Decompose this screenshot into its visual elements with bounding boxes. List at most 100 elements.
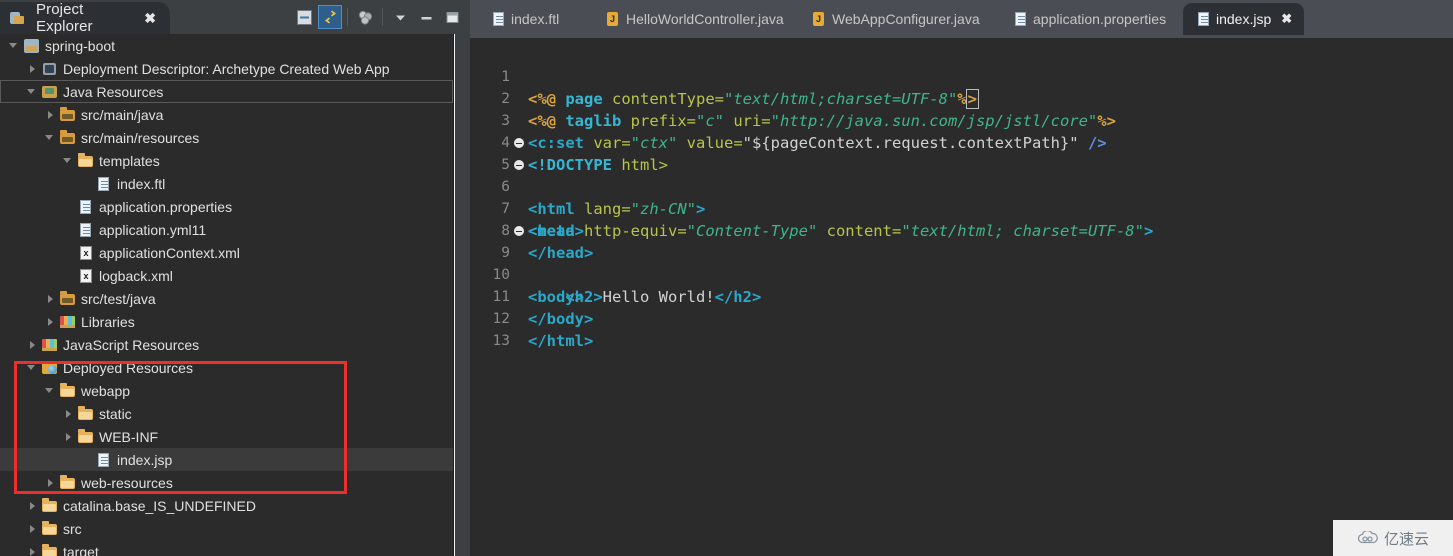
libraries-icon (59, 314, 77, 330)
editor-tab-label: index.jsp (1216, 11, 1272, 27)
tree-item-src-main-java[interactable]: src/main/java (0, 103, 453, 126)
tree-item-label: web-resources (81, 474, 173, 491)
editor-tab-application-properties[interactable]: application.properties (1000, 3, 1178, 35)
toolbar-separator-2 (382, 8, 383, 26)
chevron-right-icon[interactable] (44, 315, 57, 328)
view-filters-button[interactable] (353, 5, 377, 29)
file-icon (77, 199, 95, 215)
tree-item-applicationcontext-xml[interactable]: x applicationContext.xml (0, 241, 453, 264)
tree-item-application-yml11[interactable]: application.yml11 (0, 218, 453, 241)
chevron-right-icon[interactable] (62, 430, 75, 443)
chevron-down-icon[interactable] (26, 85, 39, 98)
chevron-right-icon[interactable] (62, 407, 75, 420)
tree-item-label: WEB-INF (99, 428, 159, 445)
source-code[interactable]: 1 <%@ page contentType="text/html;charse… (470, 38, 1453, 556)
tree-item-java-resources[interactable]: Java Resources (0, 80, 453, 103)
project-tree-container: spring-boot Deployment Descriptor: Archet… (0, 34, 470, 556)
fold-collapse-icon[interactable] (514, 138, 524, 148)
chevron-down-icon[interactable] (62, 154, 75, 167)
close-icon[interactable]: ✖ (1281, 11, 1292, 27)
tree-item-src[interactable]: src (0, 517, 453, 540)
tree-item-webapp[interactable]: webapp (0, 379, 453, 402)
tree-item-label: applicationContext.xml (99, 244, 240, 261)
chevron-right-icon[interactable] (26, 62, 39, 75)
source-folder-icon (59, 106, 77, 123)
tree-item-application-properties[interactable]: application.properties (0, 195, 453, 218)
tree-item-label: src/test/java (81, 290, 156, 307)
code-line-10: 10 <h2>Hello World!</h2> (470, 242, 1453, 306)
deployed-resources-icon (41, 360, 59, 376)
view-toolbar (292, 4, 464, 30)
tree-item-label: Libraries (81, 313, 135, 330)
tree-item-label: spring-boot (45, 37, 116, 54)
file-icon (95, 176, 113, 192)
tree-item-src-test-java[interactable]: src/test/java (0, 287, 453, 310)
editor-tab-index-ftl[interactable]: index.ftl (478, 3, 571, 35)
tree-item-label: target (63, 543, 99, 556)
tree-item-deployment-descriptor-archetype-created-web-app[interactable]: Deployment Descriptor: Archetype Created… (0, 57, 453, 80)
tree-item-index-ftl[interactable]: index.ftl (0, 172, 453, 195)
chevron-right-icon[interactable] (44, 108, 57, 121)
view-menu-button[interactable] (388, 5, 412, 29)
chevron-down-icon[interactable] (44, 384, 57, 397)
chevron-right-icon[interactable] (26, 338, 39, 351)
close-icon[interactable]: ✖ (144, 11, 156, 25)
project-explorer-view: Project Explorer ✖ spring-boot Deploymen… (0, 0, 470, 556)
chevron-down-icon[interactable] (44, 131, 57, 144)
file-icon (490, 11, 505, 27)
folder-icon (77, 405, 95, 422)
fold-collapse-icon[interactable] (514, 160, 524, 170)
code-line-11: 11 </body> (470, 264, 1453, 328)
tree-item-label: Deployment Descriptor: Archetype Created… (63, 60, 390, 77)
folder-icon (59, 382, 77, 399)
tree-item-target[interactable]: target (0, 540, 453, 556)
tree-item-label: templates (99, 152, 160, 169)
chevron-right-icon[interactable] (44, 292, 57, 305)
tree-item-static[interactable]: static (0, 402, 453, 425)
code-line-8: 8 </head> (470, 198, 1453, 262)
folder-icon (41, 497, 59, 514)
editor-tab-index-jsp[interactable]: index.jsp ✖ (1183, 3, 1305, 35)
tree-item-logback-xml[interactable]: x logback.xml (0, 264, 453, 287)
tree-item-label: src/main/resources (81, 129, 200, 146)
collapse-all-button[interactable] (292, 5, 316, 29)
code-line-13: 13 (470, 308, 1453, 349)
tree-item-label: Java Resources (63, 83, 164, 100)
twisty-placeholder (62, 223, 75, 236)
minimize-button[interactable] (414, 5, 438, 29)
tree-item-javascript-resources[interactable]: JavaScript Resources (0, 333, 453, 356)
code-view[interactable]: 1 <%@ page contentType="text/html;charse… (470, 38, 1453, 556)
watermark: 亿速云 (1333, 520, 1453, 556)
maximize-button[interactable] (440, 5, 464, 29)
tree-item-spring-boot[interactable]: spring-boot (0, 34, 453, 57)
editor-tab-helloworldcontroller-java[interactable]: HelloWorldController.java (593, 3, 796, 35)
chevron-down-icon[interactable] (8, 39, 21, 52)
tree-item-web-inf[interactable]: WEB-INF (0, 425, 453, 448)
chevron-right-icon[interactable] (26, 545, 39, 556)
tree-item-libraries[interactable]: Libraries (0, 310, 453, 333)
tree-item-templates[interactable]: templates (0, 149, 453, 172)
editor-tab-webappconfigurer-java[interactable]: WebAppConfigurer.java (799, 3, 992, 35)
chevron-right-icon[interactable] (26, 499, 39, 512)
code-editor-area: index.ftl HelloWorldController.java WebApp… (470, 0, 1453, 556)
fold-collapse-icon[interactable] (514, 226, 524, 236)
tree-item-index-jsp[interactable]: index.jsp (0, 448, 453, 471)
chevron-down-icon[interactable] (26, 361, 39, 374)
twisty-placeholder (62, 269, 75, 282)
chevron-right-icon[interactable] (26, 522, 39, 535)
tree-item-src-main-resources[interactable]: src/main/resources (0, 126, 453, 149)
tree-item-label: src/main/java (81, 106, 164, 123)
chevron-right-icon[interactable] (44, 476, 57, 489)
twisty-placeholder (62, 246, 75, 259)
link-with-editor-button[interactable] (318, 5, 342, 29)
cloud-logo-icon (1357, 529, 1379, 545)
tree-item-catalina-base-is-undefined[interactable]: catalina.base_IS_UNDEFINED (0, 494, 453, 517)
project-explorer-tab[interactable]: Project Explorer ✖ (0, 1, 170, 35)
project-tree[interactable]: spring-boot Deployment Descriptor: Archet… (0, 34, 453, 556)
watermark-text: 亿速云 (1383, 529, 1429, 548)
editor-tab-label: index.ftl (511, 11, 560, 27)
code-line-6: 6 <head> (470, 154, 1453, 240)
tree-item-deployed-resources[interactable]: Deployed Resources (0, 356, 453, 379)
view-sash-divider[interactable] (455, 34, 470, 556)
tree-item-web-resources[interactable]: web-resources (0, 471, 453, 494)
